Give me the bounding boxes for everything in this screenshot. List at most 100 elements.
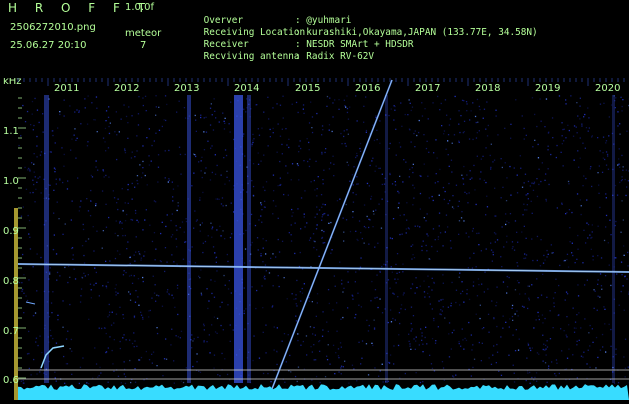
noise-speck <box>295 316 296 317</box>
noise-speck <box>495 233 496 234</box>
noise-speck <box>406 202 407 203</box>
noise-speck <box>574 327 575 328</box>
noise-speck <box>460 346 461 347</box>
noise-speck <box>400 308 401 309</box>
noise-speck <box>448 307 449 308</box>
noise-speck <box>405 373 406 374</box>
noise-speck <box>429 296 430 297</box>
noise-speck <box>356 155 357 156</box>
noise-speck <box>532 260 533 261</box>
noise-speck <box>114 131 115 132</box>
noise-speck <box>131 115 132 116</box>
noise-speck <box>374 327 375 328</box>
noise-speck <box>36 338 37 339</box>
noise-speck <box>282 96 283 97</box>
noise-speck <box>435 343 436 344</box>
noise-speck <box>355 157 356 158</box>
noise-speck <box>54 372 55 373</box>
noise-speck <box>291 179 292 180</box>
noise-speck <box>625 339 626 340</box>
noise-speck <box>532 97 533 98</box>
noise-speck <box>214 111 215 112</box>
noise-speck <box>180 154 181 155</box>
noise-speck <box>329 124 330 125</box>
noise-speck <box>496 362 497 363</box>
noise-speck <box>606 215 607 216</box>
noise-speck <box>327 215 328 216</box>
noise-speck <box>527 204 528 205</box>
noise-speck <box>527 372 528 373</box>
noise-speck <box>590 325 591 326</box>
noise-speck <box>41 151 42 152</box>
timestamp-label: 25.06.27 20:10 <box>10 40 87 52</box>
noise-speck <box>605 142 606 143</box>
noise-speck <box>496 287 497 288</box>
noise-speck <box>568 181 569 182</box>
noise-speck <box>446 215 447 216</box>
noise-speck <box>300 345 301 346</box>
noise-speck <box>542 322 543 323</box>
noise-speck <box>217 198 218 199</box>
noise-speck <box>80 200 81 201</box>
noise-speck <box>155 249 156 250</box>
noise-speck <box>333 164 334 165</box>
noise-speck <box>577 132 578 133</box>
noise-speck <box>135 290 136 291</box>
noise-speck <box>224 121 225 122</box>
noise-speck <box>485 182 486 183</box>
noise-speck <box>576 127 577 128</box>
noise-speck <box>562 143 563 144</box>
noise-speck <box>603 103 604 104</box>
noise-speck <box>353 202 354 203</box>
noise-speck <box>74 269 75 270</box>
noise-speck <box>253 335 254 336</box>
noise-speck <box>146 110 147 111</box>
noise-speck <box>322 329 323 330</box>
noise-speck <box>466 293 467 294</box>
noise-speck <box>321 194 322 195</box>
noise-speck <box>221 302 222 303</box>
noise-speck <box>620 232 621 233</box>
noise-speck <box>601 285 602 286</box>
noise-speck <box>545 362 546 363</box>
noise-speck <box>302 288 303 289</box>
noise-speck <box>309 301 310 302</box>
noise-speck <box>376 130 377 131</box>
noise-speck <box>303 109 304 110</box>
noise-speck <box>205 117 206 118</box>
noise-speck <box>455 375 456 376</box>
noise-speck <box>566 212 567 213</box>
noise-speck <box>56 343 57 344</box>
noise-speck <box>315 217 316 218</box>
noise-speck <box>371 281 372 282</box>
noise-speck <box>322 125 323 126</box>
horizontal-carrier-core <box>18 264 629 272</box>
noise-speck <box>354 317 355 318</box>
noise-speck <box>179 147 180 148</box>
noise-speck <box>393 345 394 346</box>
noise-speck <box>266 270 267 271</box>
noise-speck <box>583 352 584 353</box>
noise-speck <box>99 375 100 376</box>
noise-speck <box>508 222 509 223</box>
noise-speck <box>358 183 359 184</box>
noise-speck <box>441 103 442 104</box>
noise-speck <box>529 372 530 373</box>
noise-speck <box>67 180 68 181</box>
noise-speck <box>99 367 100 368</box>
noise-speck <box>130 300 131 301</box>
noise-speck <box>507 276 508 277</box>
noise-speck <box>206 341 207 342</box>
noise-speck <box>297 208 298 209</box>
noise-speck <box>422 351 423 352</box>
noise-speck <box>379 143 380 144</box>
noise-speck <box>598 193 599 194</box>
noise-speck <box>154 200 155 201</box>
noise-speck <box>214 252 215 253</box>
noise-speck <box>51 312 52 313</box>
noise-speck <box>276 103 277 104</box>
noise-speck <box>484 272 485 273</box>
noise-speck <box>316 206 317 207</box>
noise-speck <box>501 375 502 376</box>
spectrogram-panel: kHz 1.1 1.0 0.9 0.8 0.7 0.6 2011 2012 20… <box>0 78 629 400</box>
